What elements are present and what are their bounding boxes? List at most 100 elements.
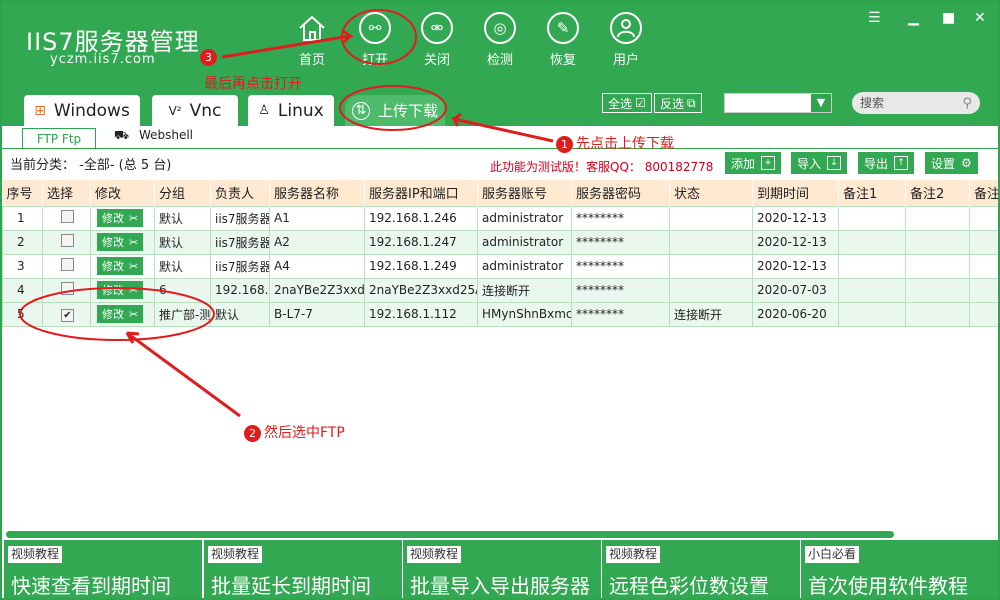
edit-button[interactable]: 修改 ✂ xyxy=(97,305,144,323)
col-header[interactable]: 负责人 xyxy=(210,180,270,206)
subtab-webshell[interactable]: ⛟ Webshell xyxy=(114,128,193,144)
add-button[interactable]: 添加 + xyxy=(725,152,782,174)
row-checkbox[interactable] xyxy=(61,234,74,247)
col-header[interactable]: 选择 xyxy=(42,180,91,206)
horizontal-scrollbar[interactable] xyxy=(6,531,894,538)
cell-select[interactable] xyxy=(42,253,91,279)
cell-edit[interactable]: 修改 ✂ xyxy=(90,253,155,279)
cell-edit[interactable]: 修改 ✂ xyxy=(90,277,155,303)
unlink-icon: ⚮ xyxy=(421,12,453,44)
menu-icon[interactable]: ☰ xyxy=(868,10,881,26)
table-row[interactable]: 3 修改 ✂ 默认 iis7服务器 A4 192.168.1.249 admini… xyxy=(2,253,998,279)
cell-account: administrator xyxy=(477,229,572,255)
tools-icon: ✂ xyxy=(129,211,139,225)
cell-note1 xyxy=(838,229,906,255)
footer-tutorial-1[interactable]: 视频教程 快速查看到期时间 xyxy=(4,540,202,598)
nav-open-button[interactable]: ⚯ 打开 xyxy=(348,12,402,72)
col-header[interactable]: 修改 xyxy=(90,180,155,206)
cell-password: ******** xyxy=(571,229,670,255)
wrench-icon: ✎ xyxy=(547,12,579,44)
select-all-button[interactable]: 全选 ☑ xyxy=(602,93,652,113)
col-header[interactable]: 备注 xyxy=(969,180,998,206)
col-header[interactable]: 分组 xyxy=(154,180,211,206)
row-checkbox[interactable] xyxy=(61,210,74,223)
cell-expire: 2020-12-13 xyxy=(752,253,839,279)
col-header[interactable]: 状态 xyxy=(669,180,753,206)
cell-note1 xyxy=(838,301,906,327)
col-header[interactable]: 服务器IP和端口 xyxy=(364,180,478,206)
export-label: 导出 xyxy=(864,156,889,171)
cell-select[interactable] xyxy=(42,229,91,255)
download-icon: ↓ xyxy=(827,156,842,170)
row-checkbox[interactable] xyxy=(61,282,74,295)
step2-text: 然后选中FTP xyxy=(264,425,345,441)
row-checkbox[interactable] xyxy=(61,258,74,271)
edit-button[interactable]: 修改 ✂ xyxy=(97,281,144,299)
footer-tag: 视频教程 xyxy=(606,546,661,563)
tab-windows[interactable]: ⊞ Windows xyxy=(24,95,140,126)
table-row[interactable]: 5 ✔ 修改 ✂ 推广部-测 默认 B-L7-7 192.168.1.112 HM… xyxy=(2,301,998,327)
link-icon: ⚯ xyxy=(359,12,391,44)
nav-close-button[interactable]: ⚮ 关闭 xyxy=(410,12,464,72)
nav-restore-label: 恢复 xyxy=(549,53,576,68)
cell-edit[interactable]: 修改 ✂ xyxy=(90,205,155,231)
cell-edit[interactable]: 修改 ✂ xyxy=(90,301,155,327)
edit-button[interactable]: 修改 ✂ xyxy=(97,209,144,227)
nav-user-button[interactable]: 用户 xyxy=(599,12,653,72)
cell-select[interactable] xyxy=(42,277,91,303)
footer-tutorial-2[interactable]: 视频教程 批量延长到期时间 xyxy=(204,540,402,598)
tab-linux[interactable]: ♙ Linux xyxy=(248,95,334,126)
nav-open-label: 打开 xyxy=(361,53,388,68)
cell-edit[interactable]: 修改 ✂ xyxy=(90,229,155,255)
cell-name: A4 xyxy=(269,253,365,279)
cell-status xyxy=(669,277,753,303)
cell-name: A1 xyxy=(269,205,365,231)
maximize-icon[interactable]: ■ xyxy=(942,10,955,26)
row-checkbox-checked[interactable]: ✔ xyxy=(61,308,74,322)
footer-label: 远程色彩位数设置 xyxy=(609,574,769,598)
minimize-icon[interactable]: ▁ xyxy=(908,10,919,26)
footer-tutorial-3[interactable]: 视频教程 批量导入导出服务器 xyxy=(403,540,601,598)
subtab-ftp[interactable]: FTP Ftp xyxy=(22,128,96,150)
col-header[interactable]: 备注1 xyxy=(838,180,906,206)
radar-icon: ◎ xyxy=(484,12,516,44)
test-notice: 此功能为测试版！客服QQ： 800182778 xyxy=(490,160,714,174)
import-button[interactable]: 导入 ↓ xyxy=(791,152,848,174)
footer-tag: 视频教程 xyxy=(407,546,462,563)
close-icon[interactable]: ✕ xyxy=(974,10,986,26)
col-header[interactable]: 序号 xyxy=(2,180,43,206)
table-row[interactable]: 1 修改 ✂ 默认 iis7服务器 A1 192.168.1.246 admini… xyxy=(2,205,998,231)
tab-vnc-label: Vnc xyxy=(189,100,222,121)
footer-tutorial-5[interactable]: 小白必看 首次使用软件教程 xyxy=(801,540,998,598)
cell-select[interactable] xyxy=(42,205,91,231)
edit-button[interactable]: 修改 ✂ xyxy=(97,233,144,251)
col-header[interactable]: 备注2 xyxy=(905,180,970,206)
nav-restore-button[interactable]: ✎ 恢复 xyxy=(536,12,590,72)
table-row[interactable]: 2 修改 ✂ 默认 iis7服务器 A2 192.168.1.247 admini… xyxy=(2,229,998,255)
cell-note1 xyxy=(838,277,906,303)
col-header[interactable]: 服务器密码 xyxy=(571,180,670,206)
tab-upload-download[interactable]: ⇅ 上传下载 xyxy=(345,95,445,126)
select-all-label: 全选 xyxy=(608,96,633,111)
nav-user-label: 用户 xyxy=(612,53,639,68)
table-row[interactable]: 4 修改 ✂ 6 192.168.1 2naYBe2Z3xxd2 2naYBe2Z… xyxy=(2,277,998,303)
edit-button[interactable]: 修改 ✂ xyxy=(97,257,144,275)
col-header[interactable]: 服务器账号 xyxy=(477,180,572,206)
invert-selection-button[interactable]: 反选 ⧉ xyxy=(654,93,702,113)
chevron-down-icon: ▼ xyxy=(811,94,831,112)
nav-detect-button[interactable]: ◎ 检测 xyxy=(473,12,527,72)
col-header[interactable]: 到期时间 xyxy=(752,180,839,206)
footer-label: 批量导入导出服务器 xyxy=(410,574,590,598)
nav-home-button[interactable]: 首页 xyxy=(285,12,339,72)
app-url: yczm.iis7.com xyxy=(50,52,156,67)
gear-icon: ⚙ xyxy=(961,156,972,170)
cell-select[interactable]: ✔ xyxy=(42,301,91,327)
settings-button[interactable]: 设置 ⚙ xyxy=(925,152,978,174)
group-select[interactable]: ▼ xyxy=(724,93,832,113)
footer-tutorial-4[interactable]: 视频教程 远程色彩位数设置 xyxy=(602,540,800,598)
export-button[interactable]: 导出 ↑ xyxy=(858,152,915,174)
col-header[interactable]: 服务器名称 xyxy=(269,180,365,206)
tab-vnc[interactable]: V² Vnc xyxy=(152,95,238,126)
annotation-step1: 1 先点击上传下载 xyxy=(556,133,674,153)
search-input[interactable]: 搜索 ⚲ xyxy=(852,92,980,114)
